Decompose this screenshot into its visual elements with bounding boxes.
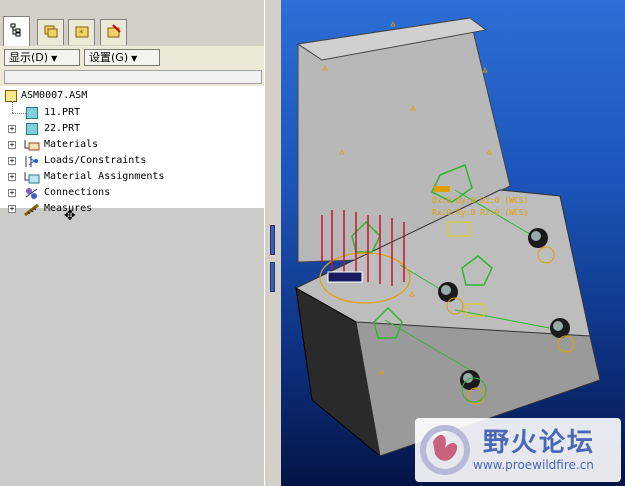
tab-model-tree[interactable] bbox=[3, 16, 30, 46]
tree-header-bar bbox=[0, 68, 268, 86]
assembly-icon bbox=[5, 90, 17, 102]
watermark-title: 野火论坛 bbox=[483, 428, 596, 458]
coord-text-1: Dx:0 Dy:0 Dz:0 (WCS) bbox=[432, 196, 528, 205]
svg-text:*: * bbox=[79, 29, 84, 39]
settings-dropdown-label: 设置(G) bbox=[89, 51, 129, 64]
navigator-tabs: * bbox=[0, 14, 268, 46]
tree-connector-line bbox=[12, 113, 26, 115]
watermark-url: www.proewildfire.cn bbox=[473, 458, 594, 472]
tree-connector-line bbox=[12, 101, 14, 113]
tree-toolbar: 显示(D) ▼ 设置(G) ▼ bbox=[0, 46, 268, 68]
tree-root-label: ASM0007.ASM bbox=[21, 90, 88, 101]
tab-folder-browser[interactable] bbox=[37, 19, 64, 45]
expand-icon[interactable]: + bbox=[8, 125, 16, 133]
tree-item-label: 11.PRT bbox=[44, 107, 81, 118]
favorites-icon: * bbox=[74, 23, 90, 43]
part-icon bbox=[26, 107, 38, 119]
tree-item-label: Connections bbox=[44, 187, 111, 198]
connections-icon bbox=[24, 187, 38, 199]
tree-item-label: Material Assignments bbox=[44, 171, 165, 182]
model-tree: ASM0007.ASM 11.PRT + 22.PRT + Materials … bbox=[0, 86, 265, 208]
show-dropdown[interactable]: 显示(D) ▼ bbox=[4, 49, 80, 66]
material-assignments-icon bbox=[24, 171, 40, 184]
tab-connections[interactable] bbox=[100, 19, 127, 45]
folder-browser-icon bbox=[43, 23, 59, 43]
tab-favorites[interactable]: * bbox=[68, 19, 95, 45]
chevron-down-icon: ▼ bbox=[51, 54, 58, 63]
loads-constraints-icon bbox=[24, 155, 38, 167]
tree-item-label: Loads/Constraints bbox=[44, 155, 147, 166]
tree-filter-field[interactable] bbox=[4, 70, 262, 84]
model-tree-icon bbox=[10, 23, 24, 41]
part-icon bbox=[26, 123, 38, 135]
tree-item-label: 22.PRT bbox=[44, 123, 81, 134]
show-dropdown-label: 显示(D) bbox=[9, 51, 49, 64]
expand-icon[interactable]: + bbox=[8, 157, 16, 165]
expand-icon[interactable]: + bbox=[8, 141, 16, 149]
settings-dropdown[interactable]: 设置(G) ▼ bbox=[84, 49, 160, 66]
tree-item-label: Materials bbox=[44, 139, 99, 150]
expand-icon[interactable]: + bbox=[8, 173, 16, 181]
chevron-down-icon: ▼ bbox=[131, 54, 138, 63]
connections-icon bbox=[106, 23, 122, 43]
watermark-logo-icon bbox=[420, 425, 470, 475]
csys-marker bbox=[434, 186, 450, 192]
forum-watermark: 野火论坛 www.proewildfire.cn bbox=[415, 418, 621, 482]
expand-icon[interactable]: + bbox=[8, 189, 16, 197]
materials-icon bbox=[24, 139, 40, 151]
